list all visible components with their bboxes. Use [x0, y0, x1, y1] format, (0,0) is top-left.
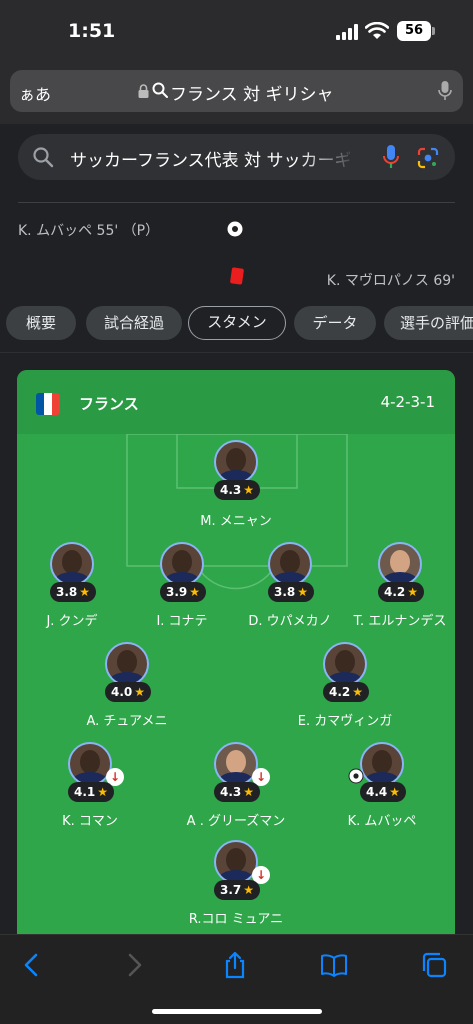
- player-name: E. カマヴィンガ: [297, 714, 393, 729]
- star-icon: ★: [189, 585, 200, 599]
- mic-icon[interactable]: [438, 80, 452, 102]
- tab-player-ratings[interactable]: 選手の評価: [384, 306, 473, 340]
- card-event: K. マヴロパノス 69': [326, 273, 455, 289]
- red-card-icon: [229, 267, 245, 285]
- address-bar[interactable]: ぁあ フランス 対 ギリシャ: [10, 70, 463, 112]
- player-name: M. メニャン: [200, 514, 272, 529]
- star-icon: ★: [243, 483, 254, 497]
- player-name: A. チュアメニ: [86, 714, 168, 729]
- tabs-icon[interactable]: [420, 951, 448, 979]
- player-rating: 4.3 ★: [214, 480, 260, 500]
- battery-icon: 56: [397, 21, 435, 41]
- player-avatar: [214, 440, 258, 484]
- pitch: 4.3 ★ M. メニャン 3.8 ★ J. クンデ 3.9 ★ I. コナテ 3.8…: [17, 434, 455, 934]
- tab-stats[interactable]: データ: [294, 306, 376, 340]
- player-rating: 4.3 ★: [214, 782, 260, 802]
- page-settings-button[interactable]: ぁあ: [19, 81, 51, 105]
- forward-icon[interactable]: [120, 951, 148, 979]
- lineup-header: フランス 4-2-3-1: [17, 370, 455, 434]
- goal-event: K. ムバッペ 55' （P）: [18, 223, 160, 239]
- player-rating: 4.4 ★: [360, 782, 406, 802]
- player-rating: 3.8 ★: [268, 582, 314, 602]
- star-icon: ★: [134, 685, 145, 699]
- search-icon: [152, 82, 168, 98]
- status-bar: 1:51 56: [0, 0, 473, 62]
- player-rating: 4.2 ★: [323, 682, 369, 702]
- star-icon: ★: [97, 785, 108, 799]
- player-name: T. エルナンデス: [353, 614, 447, 629]
- player-name: A . グリーズマン: [186, 814, 286, 829]
- star-icon: ★: [352, 685, 363, 699]
- team-name: フランス: [79, 395, 139, 413]
- player-rating: 4.1 ★: [68, 782, 114, 802]
- player-rating: 4.0 ★: [105, 682, 151, 702]
- tab-timeline[interactable]: 試合経過: [86, 306, 182, 340]
- match-tabs: 概要 試合経過 スタメン データ 選手の評価: [6, 306, 473, 342]
- results-page: サッカーフランス代表 対 サッカーギリシャ代表 K. ムバッペ 55' （P） …: [0, 124, 473, 934]
- star-icon: ★: [79, 585, 90, 599]
- bookmarks-icon[interactable]: [320, 951, 348, 979]
- lens-icon[interactable]: [416, 146, 440, 170]
- player-rating: 3.8 ★: [50, 582, 96, 602]
- formation: 4-2-3-1: [380, 393, 435, 411]
- tab-overview[interactable]: 概要: [6, 306, 76, 340]
- cellular-signal-icon: [336, 24, 358, 40]
- status-time: 1:51: [68, 20, 116, 42]
- browser-address-area: ぁあ フランス 対 ギリシャ: [0, 62, 473, 124]
- star-icon: ★: [407, 585, 418, 599]
- lock-icon: [138, 84, 149, 98]
- share-icon[interactable]: [221, 951, 249, 979]
- url-text[interactable]: フランス 対 ギリシャ: [170, 80, 333, 105]
- player-name: K. ムバッペ: [347, 814, 417, 829]
- player-rating: 3.9 ★: [160, 582, 206, 602]
- search-icon: [33, 147, 54, 168]
- wifi-icon: [365, 22, 389, 39]
- mic-icon[interactable]: [382, 144, 400, 170]
- soccer-ball-icon: [226, 220, 244, 238]
- back-icon[interactable]: [18, 951, 46, 979]
- player-name: R.コロ ミュアニ: [188, 912, 284, 927]
- search-box[interactable]: サッカーフランス代表 対 サッカーギリシャ代表: [18, 134, 455, 180]
- star-icon: ★: [243, 883, 254, 897]
- home-indicator: [152, 1009, 322, 1014]
- lineup-card: フランス 4-2-3-1 4.3★ M. メニャン 3.8★ J. クンデ: [17, 370, 455, 934]
- player-name: K. コマン: [62, 814, 118, 829]
- france-flag-icon: [36, 393, 60, 415]
- player-rating: 3.7 ★: [214, 880, 260, 900]
- player-rating: 4.2 ★: [378, 582, 424, 602]
- star-icon: ★: [243, 785, 254, 799]
- star-icon: ★: [389, 785, 400, 799]
- star-icon: ★: [297, 585, 308, 599]
- tab-lineups[interactable]: スタメン: [188, 306, 286, 340]
- soccer-ball-icon: [348, 768, 364, 784]
